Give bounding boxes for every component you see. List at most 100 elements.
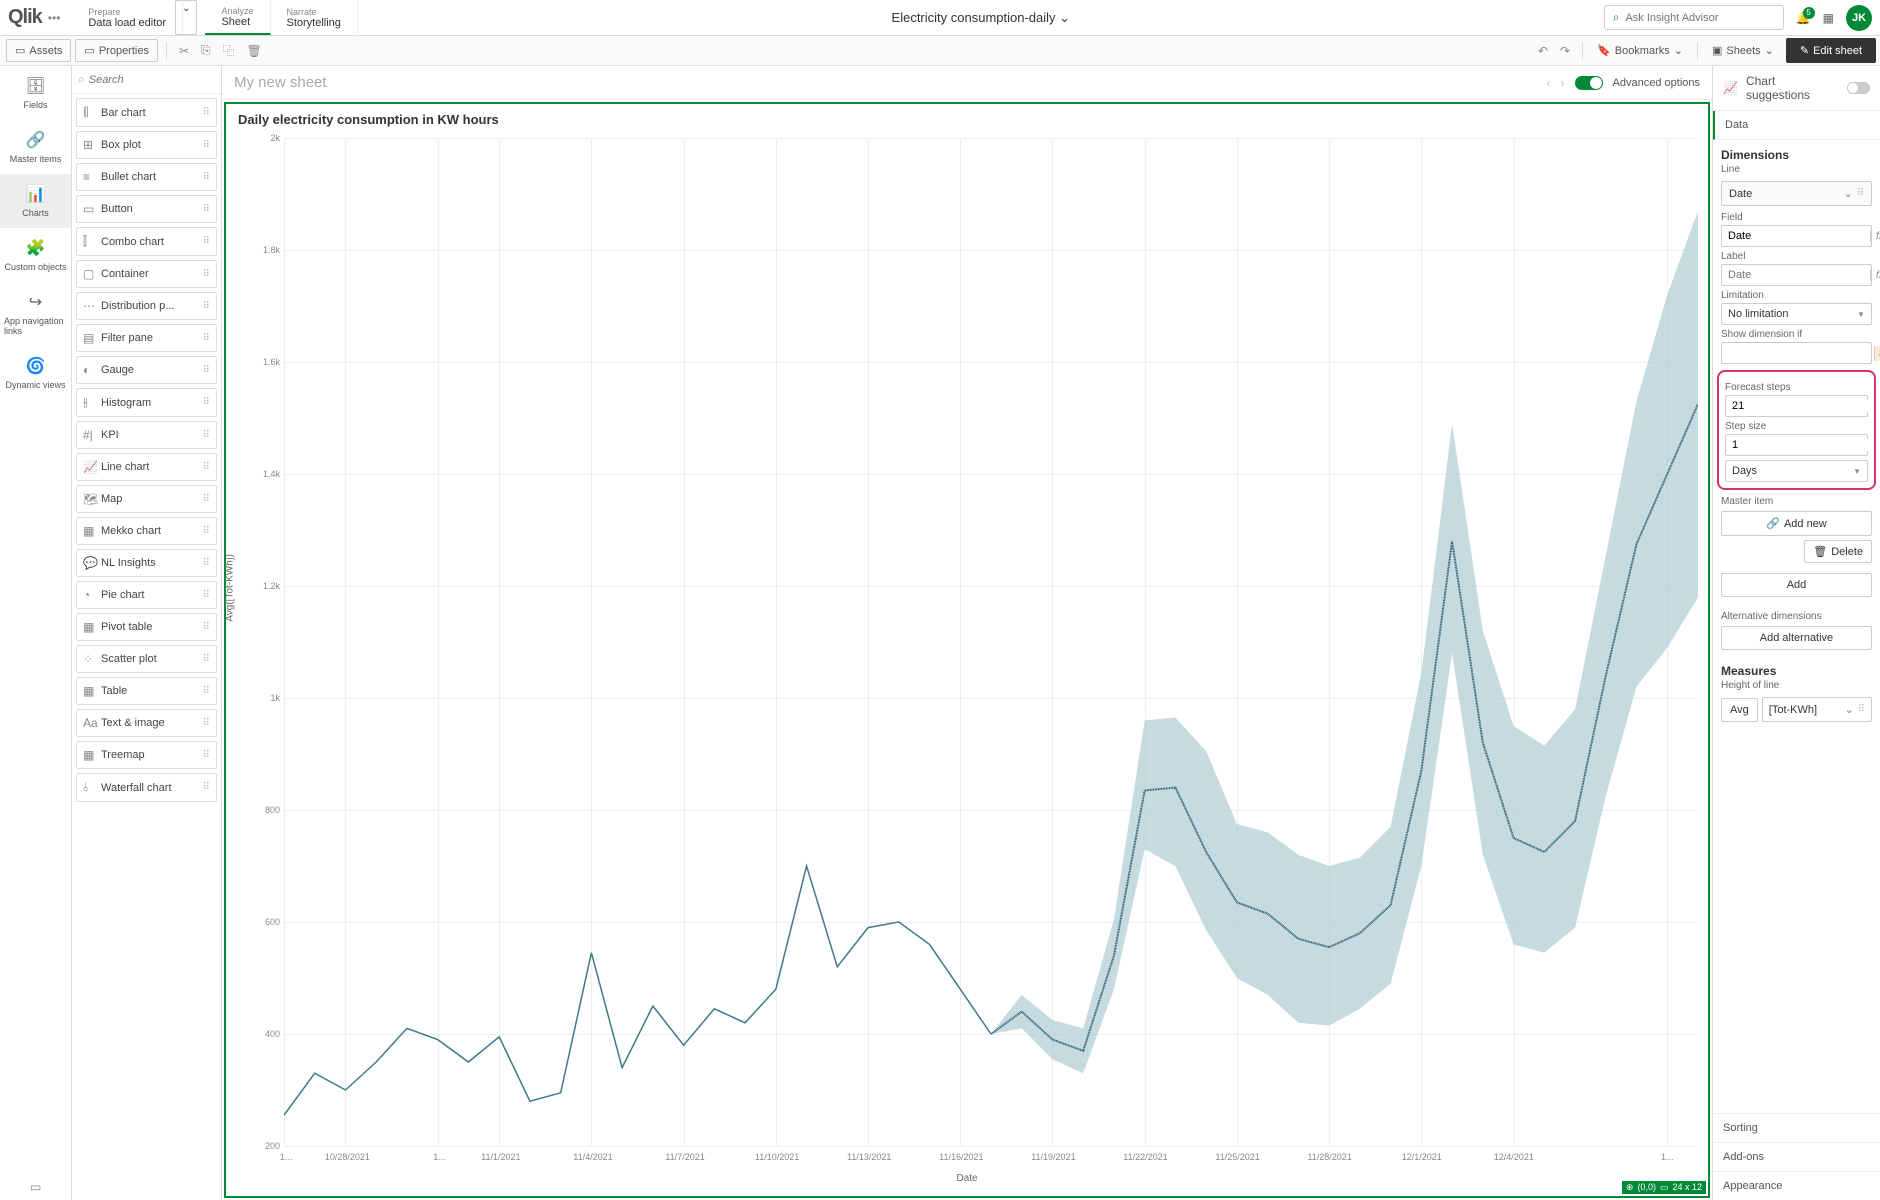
grip-icon[interactable]: ⠿ [203, 686, 210, 697]
forecast-steps-input[interactable] [1732, 400, 1874, 412]
app-title-dropdown-icon[interactable]: ⌄ [1059, 10, 1070, 25]
insight-search-input[interactable] [1625, 12, 1774, 24]
add-new-button[interactable]: 🔗Add new [1721, 511, 1872, 536]
delete-icon[interactable]: 🗑 [241, 44, 268, 58]
properties-button[interactable]: ▭Properties [75, 39, 158, 62]
grip-icon[interactable]: ⠿ [203, 590, 210, 601]
rail-dynamic-views[interactable]: 🌀Dynamic views [0, 346, 71, 400]
paste-icon[interactable]: ⿻ [217, 42, 241, 59]
data-tab[interactable]: Data [1713, 111, 1880, 140]
notifications-icon[interactable]: 🔔5 [1796, 11, 1811, 25]
grip-icon[interactable]: ⠿ [203, 622, 210, 633]
grip-icon[interactable]: ⠿ [203, 782, 210, 793]
addons-tab[interactable]: Add-ons [1713, 1142, 1880, 1171]
step-unit-select[interactable]: Days▼ [1725, 460, 1868, 482]
measure-field[interactable]: [Tot-KWh]⌄⠿ [1762, 697, 1872, 722]
nav-prepare[interactable]: Prepare Data load editor [72, 0, 183, 35]
chart-type-table[interactable]: ▦Table⠿ [76, 677, 217, 705]
user-avatar[interactable]: JK [1846, 5, 1872, 31]
grip-icon[interactable]: ⠿ [203, 397, 210, 408]
grip-icon[interactable]: ⠿ [203, 172, 210, 183]
grip-icon[interactable]: ⠿ [203, 750, 210, 761]
show-if-input[interactable] [1728, 347, 1870, 359]
dimension-accordion[interactable]: Date⌄⠿ [1721, 181, 1872, 206]
cut-icon[interactable]: ✂ [173, 44, 195, 58]
next-sheet-icon[interactable]: › [1561, 76, 1565, 90]
redo-icon[interactable]: ↷ [1554, 44, 1576, 58]
appearance-tab[interactable]: Appearance [1713, 1171, 1880, 1200]
chart-type-gauge[interactable]: ◐Gauge⠿ [76, 356, 217, 384]
grip-icon[interactable]: ⠿ [203, 365, 210, 376]
chart-type-scatter-plot[interactable]: ⁘Scatter plot⠿ [76, 645, 217, 673]
app-title[interactable]: Electricity consumption-daily [892, 10, 1056, 25]
chart-object[interactable]: Daily electricity consumption in KW hour… [224, 102, 1710, 1198]
chart-type-histogram[interactable]: ⫳Histogram⠿ [76, 388, 217, 417]
edit-sheet-button[interactable]: ✎ Edit sheet [1786, 38, 1876, 63]
grip-icon[interactable]: ⠿ [1857, 188, 1864, 199]
limitation-select[interactable]: No limitation▼ [1721, 303, 1872, 325]
rail-nav-links[interactable]: ↪App navigation links [0, 282, 71, 346]
grip-icon[interactable]: ⠿ [203, 462, 210, 473]
suggestions-toggle[interactable] [1847, 82, 1870, 94]
grip-icon[interactable]: ⠿ [203, 301, 210, 312]
delete-button[interactable]: 🗑Delete [1804, 540, 1872, 563]
copy-icon[interactable]: ⎘ [195, 43, 217, 58]
asset-search-input[interactable] [89, 74, 215, 86]
chart-type-text-image[interactable]: AaText & image⠿ [76, 709, 217, 737]
grip-icon[interactable]: ⠿ [203, 718, 210, 729]
chart-type-button[interactable]: ▭Button⠿ [76, 195, 217, 223]
step-size-input[interactable] [1732, 439, 1874, 451]
chart-type-mekko-chart[interactable]: ▦Mekko chart⠿ [76, 517, 217, 545]
theme-icon[interactable]: ▭ [30, 1180, 41, 1194]
label-fx-button[interactable]: fx [1870, 270, 1880, 281]
grip-icon[interactable]: ⠿ [1858, 704, 1865, 715]
grip-icon[interactable]: ⠿ [203, 107, 210, 118]
field-input[interactable] [1728, 230, 1870, 242]
grip-icon[interactable]: ⠿ [203, 140, 210, 151]
prev-sheet-icon[interactable]: ‹ [1547, 76, 1551, 90]
add-alternative-button[interactable]: Add alternative [1721, 626, 1872, 650]
measure-agg-button[interactable]: Avg [1721, 698, 1758, 722]
chart-type-bullet-chart[interactable]: ≡Bullet chart⠿ [76, 163, 217, 191]
rail-master-items[interactable]: 🔗Master items [0, 120, 71, 174]
chart-type-filter-pane[interactable]: ▤Filter pane⠿ [76, 324, 217, 352]
show-if-fx-button[interactable]: fx [1874, 346, 1880, 361]
nav-analyze[interactable]: Analyze Sheet [205, 0, 270, 35]
grip-icon[interactable]: ⠿ [203, 654, 210, 665]
sheet-title[interactable]: My new sheet [234, 74, 327, 91]
grip-icon[interactable]: ⠿ [203, 204, 210, 215]
field-fx-button[interactable]: fx [1870, 231, 1880, 242]
grip-icon[interactable]: ⠿ [203, 269, 210, 280]
chart-type-box-plot[interactable]: ⊞Box plot⠿ [76, 131, 217, 159]
chart-type-nl-insights[interactable]: 💬NL Insights⠿ [76, 549, 217, 577]
chart-type-kpi[interactable]: #|KPI⠿ [76, 421, 217, 449]
chart-type-waterfall-chart[interactable]: ⫰Waterfall chart⠿ [76, 773, 217, 802]
bookmarks-button[interactable]: 🔖Bookmarks ⌄ [1589, 40, 1691, 61]
grip-icon[interactable]: ⠿ [203, 333, 210, 344]
nav-narrate[interactable]: Narrate Storytelling [271, 0, 358, 35]
assets-button[interactable]: ▭Assets [6, 39, 71, 62]
chart-type-line-chart[interactable]: 📈Line chart⠿ [76, 453, 217, 481]
insight-search[interactable]: ⌕ [1604, 5, 1784, 30]
chart-type-treemap[interactable]: ▦Treemap⠿ [76, 741, 217, 769]
grip-icon[interactable]: ⠿ [203, 430, 210, 441]
undo-icon[interactable]: ↶ [1532, 44, 1554, 58]
sheets-button[interactable]: ▣Sheets ⌄ [1704, 40, 1782, 61]
label-input[interactable] [1728, 269, 1870, 281]
chart-type-combo-chart[interactable]: ⫿Combo chart⠿ [76, 227, 217, 256]
grip-icon[interactable]: ⠿ [203, 558, 210, 569]
chart-type-pie-chart[interactable]: ◔Pie chart⠿ [76, 581, 217, 609]
grip-icon[interactable]: ⠿ [203, 526, 210, 537]
chart-type-pivot-table[interactable]: ▦Pivot table⠿ [76, 613, 217, 641]
chart-type-map[interactable]: 🗺Map⠿ [76, 485, 217, 513]
rail-fields[interactable]: 🗄Fields [0, 66, 71, 120]
app-menu-icon[interactable]: ••• [48, 11, 61, 25]
grip-icon[interactable]: ⠿ [203, 494, 210, 505]
rail-custom-objects[interactable]: 🧩Custom objects [0, 228, 71, 282]
apps-grid-icon[interactable]: ▦ [1823, 11, 1834, 25]
add-button[interactable]: Add [1721, 573, 1872, 597]
grip-icon[interactable]: ⠿ [203, 236, 210, 247]
sorting-tab[interactable]: Sorting [1713, 1113, 1880, 1142]
rail-charts[interactable]: 📊Charts [0, 174, 71, 228]
chart-type-distribution-p-[interactable]: ⋯Distribution p...⠿ [76, 292, 217, 320]
